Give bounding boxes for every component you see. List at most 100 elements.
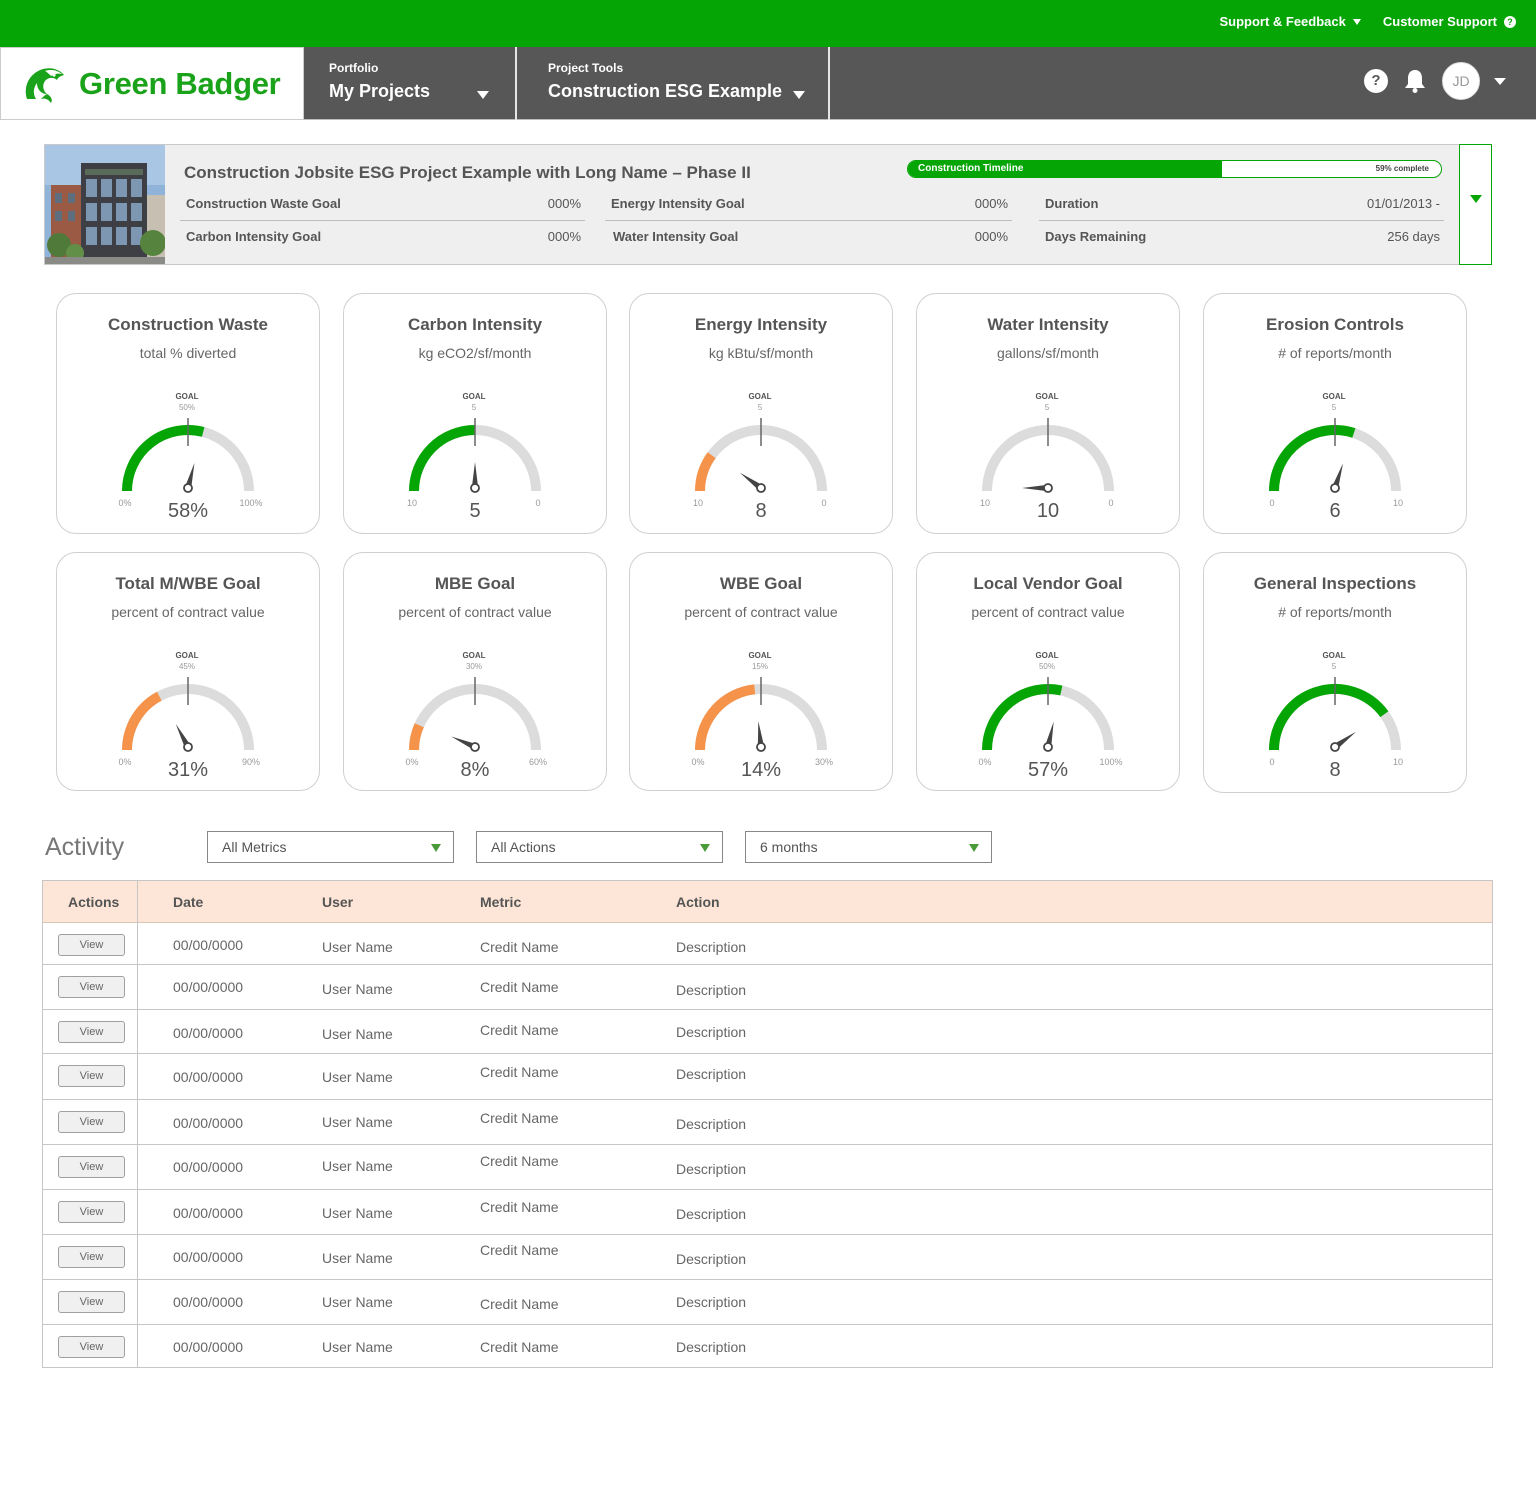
gauge-card[interactable]: Water Intensity gallons/sf/month GOAL 5 10 0 1… xyxy=(916,293,1180,534)
goal-value: 45% xyxy=(179,662,195,671)
gauge-card[interactable]: General Inspections # of reports/month GOA… xyxy=(1203,552,1467,793)
row-metric: Credit Name xyxy=(480,1199,559,1215)
expand-project-button[interactable] xyxy=(1459,144,1492,265)
needle-hub xyxy=(470,742,480,752)
project-summary-card: Construction Jobsite ESG Project Example… xyxy=(44,144,1492,265)
avatar[interactable]: JD xyxy=(1442,62,1480,100)
view-button[interactable]: View xyxy=(58,1336,125,1358)
gauge-value: 10 xyxy=(1037,500,1059,518)
row-date: 00/00/0000 xyxy=(173,1249,244,1265)
needle-hub xyxy=(183,742,193,752)
goal-key: Construction Waste Goal xyxy=(186,196,341,211)
row-metric: Credit Name xyxy=(480,939,559,955)
row-action: Description xyxy=(676,1339,747,1355)
view-button[interactable]: View xyxy=(58,1065,125,1087)
goal-value: 256 days xyxy=(1387,229,1440,244)
gauge-card[interactable]: MBE Goal percent of contract value GOAL 30%… xyxy=(343,552,607,791)
gauge-card[interactable]: Total M/WBE Goal percent of contract valu… xyxy=(56,552,320,791)
view-button[interactable]: View xyxy=(58,934,125,956)
gauge-chart: GOAL 50% 0% 100% 57% xyxy=(978,651,1122,777)
goal-key: Energy Intensity Goal xyxy=(611,196,745,211)
support-feedback-label: Support & Feedback xyxy=(1219,14,1346,29)
gauge-card[interactable]: WBE Goal percent of contract value GOAL 15%… xyxy=(629,552,893,791)
gauge-fill xyxy=(409,723,424,751)
help-icon[interactable]: ? xyxy=(1364,69,1388,93)
badger-logo-icon xyxy=(25,67,64,103)
goal-value: 30% xyxy=(466,662,482,671)
timeline-label: Construction Timeline xyxy=(918,163,1024,174)
gauge-value: 58% xyxy=(168,500,208,518)
filter-value: All Actions xyxy=(491,839,556,855)
metric-filter-dropdown[interactable]: All Metrics xyxy=(207,831,454,863)
goal-key: Water Intensity Goal xyxy=(613,229,739,244)
top-bar: Support & Feedback Customer Support ? xyxy=(0,0,1536,47)
portfolio-selector[interactable]: Portfolio My Projects xyxy=(305,47,517,120)
row-date: 00/00/0000 xyxy=(173,1339,244,1355)
chevron-down-icon[interactable] xyxy=(1494,77,1506,85)
gauge-card[interactable]: Erosion Controls # of reports/month GOAL 5 0… xyxy=(1203,293,1467,534)
project-photo xyxy=(45,145,165,264)
chevron-down-icon xyxy=(1470,195,1482,203)
row-user: User Name xyxy=(322,1114,393,1130)
needle-hub xyxy=(183,483,193,493)
gauge-card[interactable]: Carbon Intensity kg eCO2/sf/month GOAL 5 10 0… xyxy=(343,293,607,534)
help-circle-icon: ? xyxy=(1504,15,1516,28)
view-button[interactable]: View xyxy=(58,1246,125,1268)
action-filter-dropdown[interactable]: All Actions xyxy=(476,831,723,863)
view-button[interactable]: View xyxy=(58,1111,125,1133)
row-date: 00/00/0000 xyxy=(173,937,244,953)
column-header: Metric xyxy=(480,894,522,910)
column-header: Actions xyxy=(68,894,120,910)
row-user: User Name xyxy=(322,1250,393,1266)
gauge-fill xyxy=(1269,684,1389,751)
table-row: View 00/00/0000 User Name Credit Name Descri… xyxy=(43,1280,1492,1325)
gauge-min-label: 0% xyxy=(118,757,131,767)
brand-name: Green Badger xyxy=(79,65,281,101)
view-button[interactable]: View xyxy=(58,1201,125,1223)
table-row: View 00/00/0000 User Name Credit Name Descri… xyxy=(43,1010,1492,1054)
gauge-value: 6 xyxy=(1329,500,1340,518)
gauge-min-label: 0 xyxy=(1269,757,1274,767)
view-button[interactable]: View xyxy=(58,1156,125,1178)
project-tools-selector[interactable]: Project Tools Construction ESG Example xyxy=(517,47,830,120)
gauge-subtitle: kg kBtu/sf/month xyxy=(708,345,814,361)
gauge-subtitle: # of reports/month xyxy=(1278,604,1392,620)
row-user: User Name xyxy=(322,1069,393,1085)
row-action: Description xyxy=(676,1294,747,1310)
gauge-max-label: 10 xyxy=(1393,498,1403,508)
support-feedback-link[interactable]: Support & Feedback xyxy=(1219,14,1361,29)
divider xyxy=(1039,220,1444,221)
needle-hub xyxy=(1043,483,1053,493)
chevron-down-icon xyxy=(1352,18,1361,25)
needle-hub xyxy=(1330,742,1340,752)
view-button[interactable]: View xyxy=(58,976,125,998)
divider xyxy=(605,220,1012,221)
gauge-value: 8 xyxy=(755,500,766,518)
gauge-value: 14% xyxy=(741,759,781,777)
gauge-title: Erosion Controls xyxy=(1266,315,1404,334)
gauge-card[interactable]: Local Vendor Goal percent of contract val… xyxy=(916,552,1180,791)
gauge-min-label: 10 xyxy=(980,498,990,508)
gauge-value: 8% xyxy=(461,759,490,777)
bell-icon[interactable] xyxy=(1402,68,1428,94)
gauge-value: 31% xyxy=(168,759,208,777)
row-date: 00/00/0000 xyxy=(173,1205,244,1221)
project-tools-value: Construction ESG Example xyxy=(548,81,783,101)
gauge-chart: GOAL 5 10 0 10 xyxy=(980,392,1114,518)
gauge-card[interactable]: Construction Waste total % diverted GOAL 50… xyxy=(56,293,320,534)
gauge-title: MBE Goal xyxy=(434,574,516,593)
logo[interactable]: Green Badger xyxy=(0,47,304,120)
gauge-chart: GOAL 5 0 10 6 xyxy=(1269,392,1403,518)
customer-support-link[interactable]: Customer Support ? xyxy=(1383,14,1516,29)
needle-hub xyxy=(1330,483,1340,493)
goal-label: GOAL xyxy=(1322,651,1345,660)
time-range-dropdown[interactable]: 6 months xyxy=(745,831,992,863)
gauge-min-label: 0 xyxy=(1269,498,1274,508)
gauge-fill xyxy=(122,691,162,751)
view-button[interactable]: View xyxy=(58,1291,125,1313)
gauge-title: Construction Waste xyxy=(108,315,268,334)
gauge-card[interactable]: Energy Intensity kg kBtu/sf/month GOAL 5 10 0… xyxy=(629,293,893,534)
view-button[interactable]: View xyxy=(58,1021,125,1043)
goal-value: 5 xyxy=(758,403,763,412)
table-header: Actions Date User Metric Action xyxy=(43,881,1492,923)
